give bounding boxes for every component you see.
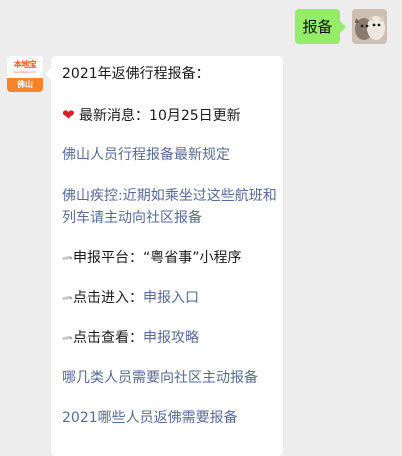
link-report-guide[interactable]: 申报攻略 [143, 330, 199, 346]
link-cdc-notice-line1[interactable]: 佛山疾控:近期如乘坐过这些航班和 [62, 186, 277, 206]
pencil-icon [62, 255, 72, 261]
link-travel-rules[interactable]: 佛山人员行程报备最新规定 [62, 145, 230, 165]
account-avatar[interactable]: 本地宝 bendibao.com 佛山 [7, 56, 43, 92]
news-line: ❤ 最新消息：10月25日更新 [62, 105, 241, 126]
cat-photo-icon [352, 9, 387, 44]
heart-icon: ❤ [62, 106, 75, 124]
enter-line: 点击进入：申报入口 [62, 288, 199, 308]
logo-name: 本地宝 [13, 60, 37, 69]
logo-domain: bendibao.com [14, 70, 36, 74]
guide-line: 点击查看：申报攻略 [62, 328, 199, 348]
outgoing-message-bubble[interactable]: 报备 [295, 9, 346, 44]
outgoing-message-text: 报备 [302, 18, 333, 36]
pencil-icon [62, 295, 72, 301]
platform-prefix: 申报平台： [73, 250, 143, 266]
platform-value: “粤省事”小程序 [143, 250, 242, 266]
link-who-must-report[interactable]: 哪几类人员需要向社区主动报备 [62, 368, 258, 388]
user-avatar[interactable] [352, 9, 387, 44]
pencil-icon [62, 335, 72, 341]
link-2021-report[interactable]: 2021哪些人员返佛需要报备 [62, 408, 238, 428]
news-text: 最新消息：10月25日更新 [79, 108, 241, 124]
link-report-entry[interactable]: 申报入口 [143, 290, 199, 306]
link-cdc-notice-line2[interactable]: 列车请主动向社区报备 [62, 208, 202, 228]
logo-city: 佛山 [7, 78, 43, 92]
platform-line: 申报平台：“粤省事”小程序 [62, 248, 242, 268]
enter-prefix: 点击进入： [73, 290, 143, 306]
message-title: 2021年返佛行程报备： [62, 66, 210, 82]
guide-prefix: 点击查看： [73, 330, 143, 346]
incoming-message-bubble: 2021年返佛行程报备： ❤ 最新消息：10月25日更新 佛山人员行程报备最新规… [45, 56, 283, 456]
